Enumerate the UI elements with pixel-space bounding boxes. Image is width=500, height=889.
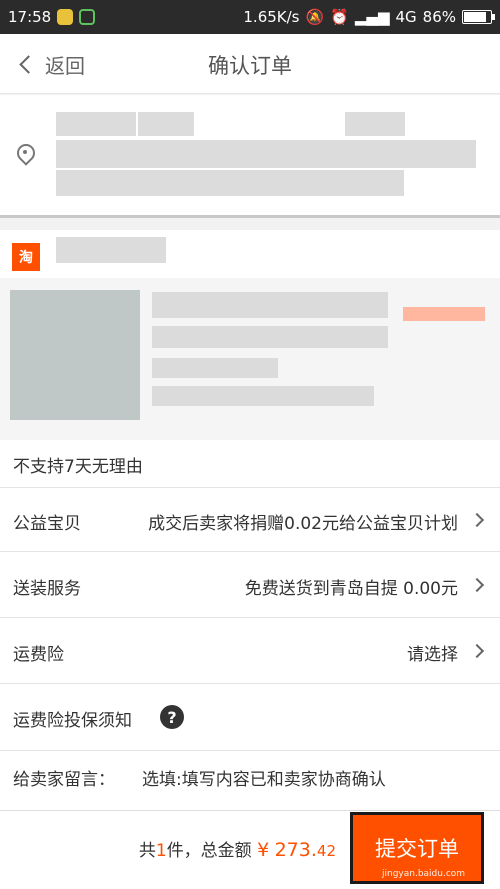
address-line-2-blurred [56,170,404,196]
battery-percent: 86% [422,8,456,26]
total-amount-decimal: 42 [316,842,336,860]
chevron-right-icon [469,643,485,659]
page-title: 确认订单 [208,54,292,78]
delivery-label: 送装服务 [13,579,81,599]
seller-message-row: 给卖家留言： 选填:填写内容已和卖家协商确认 [0,750,500,810]
recipient-phone-blurred [138,112,194,136]
recipient-name-blurred [56,112,136,136]
watermark: jingyan.baidu.com [382,869,466,879]
shipping-insurance-label: 运费险 [13,645,64,665]
product-price-blurred [403,307,485,321]
nav-bar: 返回 确认订单 [0,34,500,94]
product-title-blurred [152,292,388,318]
charity-row[interactable]: 公益宝贝 成交后卖家将捐赠0.02元给公益宝贝计划 [0,488,500,552]
order-summary: 共1件，总金额 ¥ 273.42 [139,836,336,861]
recipient-phone-blurred-2 [345,112,405,136]
address-line-blurred [56,140,476,168]
seller-message-label: 给卖家留言： [13,770,115,790]
network-speed: 1.65K/s [243,8,300,26]
total-middle: 件，总金额 [166,841,252,861]
shipping-insurance-row[interactable]: 运费险 请选择 [0,618,500,684]
taobao-badge-icon: 淘 [12,243,40,271]
help-icon[interactable]: ? [160,705,184,729]
return-policy-text: 不支持7天无理由 [13,457,143,477]
product-image [10,290,140,420]
return-policy-row: 不支持7天无理由 [0,440,500,488]
shipping-insurance-value: 请选择 [407,645,458,665]
insurance-notice-label: 运费险投保须知 [13,711,132,731]
product-title-line-2-blurred [152,326,388,348]
chevron-right-icon [469,577,485,593]
scan-notification-icon [79,9,96,25]
charity-value: 成交后卖家将捐赠0.02元给公益宝贝计划 [148,514,458,534]
product-sku-2-blurred [152,386,374,406]
delivery-service-row[interactable]: 送装服务 免费送货到青岛自提 0.00元 [0,552,500,618]
chevron-right-icon [469,512,485,528]
app-notification-icon [57,9,74,25]
address-divider [0,215,500,218]
delivery-value: 免费送货到青岛自提 0.00元 [244,579,458,599]
battery-icon [462,10,495,24]
location-pin-icon [16,144,34,166]
item-count: 1 [155,841,167,861]
insurance-notice-row: 运费险投保须知 [0,684,500,750]
status-bar: 17:58 1.65K/s 🔕 ⏰ ▂▄▆ 4G 86% [0,0,500,34]
shop-name-blurred [56,237,166,263]
charity-label: 公益宝贝 [13,514,81,534]
seller-message-input[interactable]: 选填:填写内容已和卖家协商确认 [142,765,386,790]
currency-symbol: ¥ [257,839,270,861]
status-time: 17:58 [8,8,52,26]
signal-icon: ▂▄▆ [354,8,390,26]
product-sku-blurred [152,358,278,378]
network-type: 4G [395,8,417,26]
mute-icon: 🔕 [305,8,325,26]
alarm-icon: ⏰ [330,8,349,26]
total-amount: 273. [274,839,317,861]
total-prefix: 共 [138,841,156,861]
